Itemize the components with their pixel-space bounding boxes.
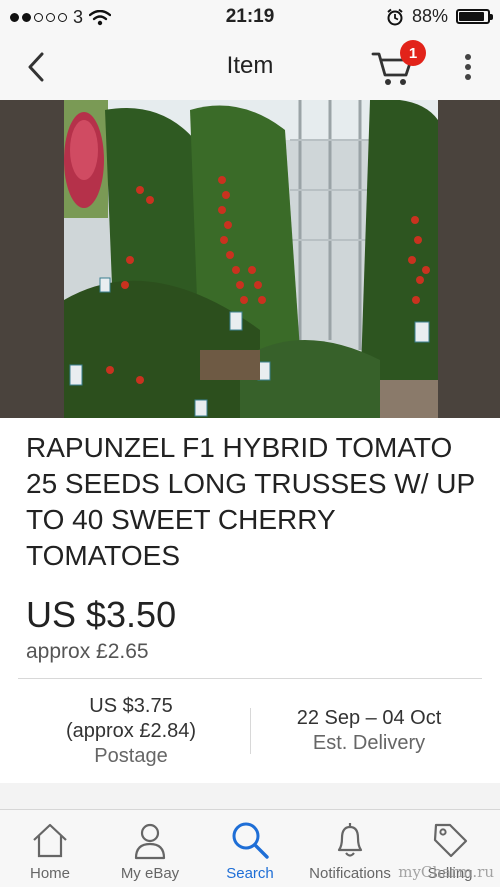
tomato-plants-illustration <box>0 100 500 418</box>
delivery-label: Est. Delivery <box>312 732 426 754</box>
more-options-button[interactable] <box>452 48 484 86</box>
tab-my-ebay[interactable]: My eBay <box>100 810 200 887</box>
postage-label: Postage <box>94 745 168 767</box>
alarm-icon <box>387 8 403 25</box>
more-vertical-icon <box>465 54 471 80</box>
status-right: 88% <box>386 6 493 27</box>
section-gap <box>0 783 500 809</box>
nav-bar: Item 1 <box>0 34 500 100</box>
product-image[interactable] <box>0 100 500 418</box>
bell-icon <box>337 823 363 857</box>
tab-search[interactable]: Search <box>200 810 300 887</box>
price-approx: approx £2.65 <box>26 640 149 663</box>
search-icon <box>232 822 269 859</box>
postage-info: US $3.75 (approx £2.84) Postage <box>20 694 242 769</box>
delivery-dates: 22 Sep – 04 Oct <box>296 707 442 729</box>
tab-label: Notifications <box>309 865 391 882</box>
postage-price: US $3.75 <box>89 695 173 717</box>
battery-percent: 88% <box>411 6 448 26</box>
home-icon <box>33 823 67 858</box>
tag-icon <box>433 823 468 858</box>
divider <box>18 678 482 679</box>
tab-label: Search <box>226 865 274 882</box>
battery-icon <box>456 9 493 24</box>
cart-count-badge: 1 <box>400 40 426 66</box>
tab-notifications[interactable]: Notifications <box>300 810 400 887</box>
price: US $3.50 <box>26 594 177 635</box>
vertical-divider <box>250 708 251 754</box>
delivery-info: 22 Sep – 04 Oct Est. Delivery <box>258 706 480 756</box>
status-bar: 3 21:19 88% <box>0 0 500 34</box>
postage-approx: (approx £2.84) <box>65 720 197 742</box>
person-icon <box>134 823 166 860</box>
tab-label: Home <box>29 865 70 882</box>
watermark: myCharm.ru <box>398 863 494 881</box>
product-title: RAPUNZEL F1 HYBRID TOMATO 25 SEEDS LONG … <box>26 432 475 571</box>
tab-home[interactable]: Home <box>0 810 100 887</box>
tab-label: My eBay <box>120 865 180 882</box>
